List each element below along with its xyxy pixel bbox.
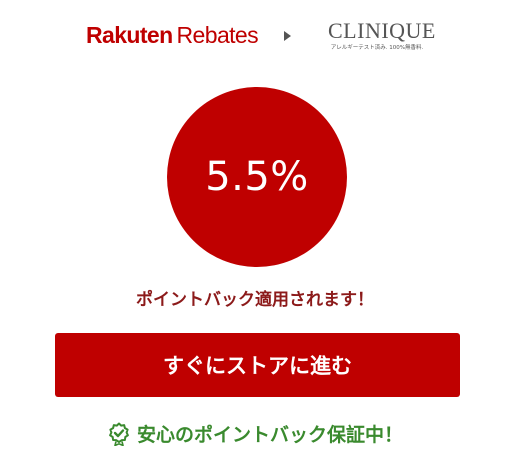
guarantee-label: 安心のポイントバック保証中！: [136, 424, 403, 446]
shield-check-icon: [107, 422, 131, 446]
rakuten-logo-word: Rakuten: [86, 22, 173, 48]
rate-circle: 5.5%: [167, 87, 347, 267]
go-to-store-button-label: すぐにストアに進む: [163, 354, 352, 378]
store-logo-name: CLINIQUE: [328, 18, 436, 43]
go-to-store-button[interactable]: すぐにストアに進む: [55, 333, 460, 397]
rate-value: 5.5%: [205, 154, 309, 200]
header: Rakuten Rebates CLINIQUE アレルギーテスト済み. 100%…: [0, 14, 510, 60]
store-logo-tagline: アレルギーテスト済み. 100%無香料.: [330, 45, 424, 51]
pointback-applied-message: ポイントバック適用されます！: [136, 290, 374, 310]
rakuten-rebates-logo[interactable]: Rakuten Rebates: [86, 22, 259, 49]
rebate-page: Rakuten Rebates CLINIQUE アレルギーテスト済み. 100%…: [0, 0, 510, 464]
guarantee-notice: 安心のポイントバック保証中！: [0, 420, 510, 447]
chevron-right-icon: [284, 31, 291, 41]
rebates-logo-word: Rebates: [176, 22, 259, 48]
clinique-logo[interactable]: CLINIQUE アレルギーテスト済み. 100%無香料.: [328, 18, 436, 56]
